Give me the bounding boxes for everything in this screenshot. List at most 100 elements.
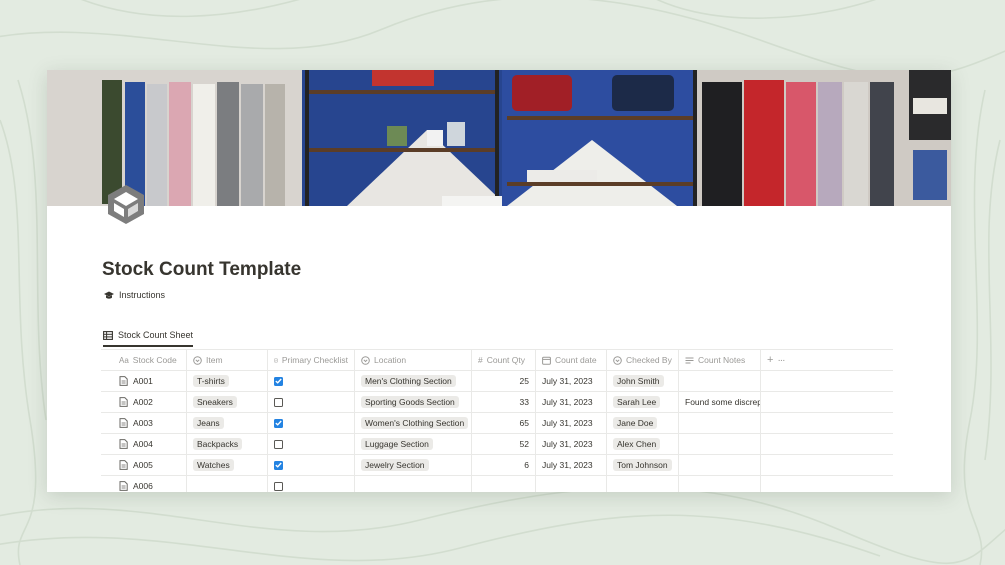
count-notes-cell[interactable]: [679, 476, 761, 492]
item-cell[interactable]: [187, 476, 268, 492]
location-cell[interactable]: Jewelry Section: [355, 455, 472, 475]
count-date-cell[interactable]: July 31, 2023: [536, 371, 607, 391]
view-tab-stock-count-sheet[interactable]: Stock Count Sheet: [103, 330, 194, 347]
checked-by-cell[interactable]: [607, 476, 679, 492]
select-icon: [361, 355, 370, 365]
hash-icon: #: [478, 355, 483, 365]
location-cell[interactable]: Men's Clothing Section: [355, 371, 472, 391]
text-aa-icon: Aa: [119, 355, 129, 365]
add-property-icon[interactable]: +: [767, 354, 773, 366]
cover-image[interactable]: [47, 70, 951, 206]
column-header-stock-code[interactable]: Aa Stock Code: [101, 350, 187, 370]
stock-code-cell[interactable]: A001: [101, 371, 187, 391]
checked-by-cell[interactable]: Alex Chen: [607, 434, 679, 454]
stock-code-cell[interactable]: A002: [101, 392, 187, 412]
count-notes-cell[interactable]: Found some discrep: [679, 392, 761, 412]
empty-cell: [761, 476, 893, 492]
primary-checklist-cell: [268, 371, 355, 391]
column-header-label: Count date: [555, 355, 597, 365]
location-tag: Jewelry Section: [361, 459, 429, 471]
location-cell[interactable]: Luggage Section: [355, 434, 472, 454]
count-qty-cell[interactable]: 6: [472, 455, 536, 475]
table-row[interactable]: A001 T-shirts Men's Clothing Section 25 July…: [101, 371, 893, 392]
table-row[interactable]: A004 Backpacks Luggage Section 52 July 31, 2…: [101, 434, 893, 455]
page-icon: [119, 481, 128, 491]
location-cell[interactable]: Sporting Goods Section: [355, 392, 472, 412]
count-date-cell[interactable]: [536, 476, 607, 492]
instructions-link[interactable]: Instructions: [104, 290, 165, 300]
count-date-cell[interactable]: July 31, 2023: [536, 434, 607, 454]
stock-code-cell[interactable]: A003: [101, 413, 187, 433]
table-header-row: Aa Stock Code Item Primary Checklist Loc…: [101, 350, 893, 371]
checked-by-tag: Jane Doe: [613, 417, 658, 429]
checked-by-cell[interactable]: Sarah Lee: [607, 392, 679, 412]
table-row[interactable]: A005 Watches Jewelry Section 6 July 31, 2023…: [101, 455, 893, 476]
page-icon: [119, 376, 128, 386]
location-cell[interactable]: [355, 476, 472, 492]
checked-by-tag: Sarah Lee: [613, 396, 661, 408]
column-header-label: Primary Checklist: [281, 355, 348, 365]
column-header-count-qty[interactable]: # Count Qty: [472, 350, 536, 370]
primary-checklist-checkbox[interactable]: [274, 418, 283, 428]
item-cell[interactable]: Sneakers: [187, 392, 268, 412]
instructions-label: Instructions: [119, 290, 166, 300]
column-header-checked-by[interactable]: Checked By: [607, 350, 679, 370]
item-tag: Sneakers: [193, 396, 237, 408]
count-date-cell[interactable]: July 31, 2023: [536, 413, 607, 433]
count-date-cell[interactable]: July 31, 2023: [536, 392, 607, 412]
count-qty-cell[interactable]: 65: [472, 413, 536, 433]
primary-checklist-checkbox[interactable]: [274, 376, 283, 386]
primary-checklist-checkbox[interactable]: [274, 481, 283, 491]
lines-icon: [685, 357, 694, 363]
checked-by-cell[interactable]: Tom Johnson: [607, 455, 679, 475]
item-cell[interactable]: Jeans: [187, 413, 268, 433]
page-icon-box-logo[interactable]: [105, 183, 147, 225]
column-header-label: Count Notes: [698, 355, 746, 365]
column-header-primary-checklist[interactable]: Primary Checklist: [268, 350, 355, 370]
graduation-cap-icon: [104, 291, 114, 299]
checked-by-cell[interactable]: John Smith: [607, 371, 679, 391]
more-options-icon[interactable]: ···: [777, 355, 785, 366]
table-row[interactable]: A006: [101, 476, 893, 492]
checkbox-icon: [274, 358, 278, 362]
stock-code-value: A001: [133, 376, 153, 386]
column-header-label: Stock Code: [132, 355, 177, 365]
location-cell[interactable]: Women's Clothing Section: [355, 413, 472, 433]
location-tag: Luggage Section: [361, 438, 433, 450]
location-tag: Sporting Goods Section: [361, 396, 459, 408]
primary-checklist-checkbox[interactable]: [274, 460, 283, 470]
column-header-count-notes[interactable]: Count Notes: [679, 350, 761, 370]
count-notes-cell[interactable]: [679, 413, 761, 433]
count-date-cell[interactable]: July 31, 2023: [536, 455, 607, 475]
stock-code-cell[interactable]: A006: [101, 476, 187, 492]
item-cell[interactable]: Backpacks: [187, 434, 268, 454]
count-notes-cell[interactable]: [679, 455, 761, 475]
primary-checklist-cell: [268, 413, 355, 433]
primary-checklist-checkbox[interactable]: [274, 397, 283, 407]
item-cell[interactable]: Watches: [187, 455, 268, 475]
column-header-item[interactable]: Item: [187, 350, 268, 370]
count-qty-cell[interactable]: 33: [472, 392, 536, 412]
item-tag: Watches: [193, 459, 234, 471]
column-header-location[interactable]: Location: [355, 350, 472, 370]
primary-checklist-checkbox[interactable]: [274, 439, 283, 449]
column-header-actions: + ···: [761, 350, 893, 370]
table-row[interactable]: A002 Sneakers Sporting Goods Section 33 July…: [101, 392, 893, 413]
column-header-count-date[interactable]: Count date: [536, 350, 607, 370]
count-notes-cell[interactable]: [679, 434, 761, 454]
count-qty-cell[interactable]: 52: [472, 434, 536, 454]
stock-code-value: A003: [133, 418, 153, 428]
primary-checklist-cell: [268, 434, 355, 454]
count-notes-cell[interactable]: [679, 371, 761, 391]
stock-code-cell[interactable]: A004: [101, 434, 187, 454]
empty-cell: [761, 434, 893, 454]
primary-checklist-cell: [268, 455, 355, 475]
checked-by-cell[interactable]: Jane Doe: [607, 413, 679, 433]
column-header-label: Checked By: [626, 355, 672, 365]
item-cell[interactable]: T-shirts: [187, 371, 268, 391]
count-qty-cell[interactable]: [472, 476, 536, 492]
count-qty-cell[interactable]: 25: [472, 371, 536, 391]
stock-code-cell[interactable]: A005: [101, 455, 187, 475]
column-header-label: Item: [206, 355, 223, 365]
table-row[interactable]: A003 Jeans Women's Clothing Section 65 July …: [101, 413, 893, 434]
